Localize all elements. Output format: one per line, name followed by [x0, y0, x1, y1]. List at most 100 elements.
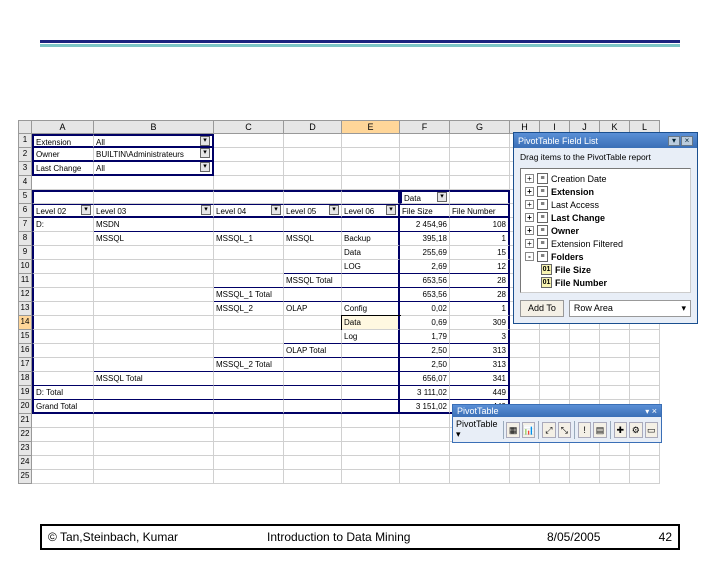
active-cell[interactable]: Data	[342, 316, 400, 330]
row-23[interactable]: 23	[18, 442, 32, 456]
row-14[interactable]: 14	[18, 316, 32, 330]
pivot-cell[interactable]: 12	[450, 260, 510, 274]
row-22[interactable]: 22	[18, 428, 32, 442]
pivot-cell[interactable]: MSSQL_1 Total	[214, 288, 284, 302]
field-item[interactable]: +≡Last Change	[523, 211, 688, 224]
field-item[interactable]: +≡Extension	[523, 185, 688, 198]
dropdown-icon[interactable]: ▾	[200, 136, 210, 146]
pivot-cell[interactable]: 656,07	[400, 372, 450, 386]
field-list-icon[interactable]: ▤	[593, 422, 606, 438]
col-G[interactable]: G	[450, 120, 510, 134]
level06-header[interactable]: Level 06▾	[342, 204, 400, 218]
collapse-icon[interactable]: -	[525, 252, 534, 261]
pivot-cell[interactable]: MSSQL	[94, 232, 214, 246]
col-B[interactable]: B	[94, 120, 214, 134]
pivot-cell[interactable]: MSSQL Total	[284, 274, 342, 288]
row-6[interactable]: 6	[18, 204, 32, 218]
row-15[interactable]: 15	[18, 330, 32, 344]
level02-header[interactable]: Level 02▾	[32, 204, 94, 218]
row-11[interactable]: 11	[18, 274, 32, 288]
data-header[interactable]: Data▾	[400, 190, 450, 204]
pivot-cell[interactable]: 2,69	[400, 260, 450, 274]
add-to-button[interactable]: Add To	[520, 300, 564, 317]
row-20[interactable]: 20	[18, 400, 32, 414]
pivot-cell[interactable]: 108	[450, 218, 510, 232]
pivot-cell[interactable]: 653,56	[400, 288, 450, 302]
pivot-cell[interactable]: MSSQL_2	[214, 302, 284, 316]
level03-header[interactable]: Level 03▾	[94, 204, 214, 218]
field-child[interactable]: 01File Size	[523, 263, 688, 276]
field-child[interactable]: 01File Number	[523, 276, 688, 289]
pivot-cell[interactable]: Config	[342, 302, 400, 316]
filter-value[interactable]: All▾	[94, 134, 214, 148]
row-4[interactable]: 4	[18, 176, 32, 190]
col-E[interactable]: E	[342, 120, 400, 134]
col-C[interactable]: C	[214, 120, 284, 134]
pivot-cell[interactable]: 0,69	[400, 316, 450, 330]
row-7[interactable]: 7	[18, 218, 32, 232]
expand-icon[interactable]: +	[525, 239, 534, 248]
pivot-cell[interactable]: 3	[450, 330, 510, 344]
pivot-cell[interactable]: 309	[450, 316, 510, 330]
level05-header[interactable]: Level 05▾	[284, 204, 342, 218]
dropdown-icon[interactable]: ▾	[200, 162, 210, 172]
pivot-cell[interactable]: 2,50	[400, 344, 450, 358]
row-16[interactable]: 16	[18, 344, 32, 358]
refresh-icon[interactable]: !	[578, 422, 591, 438]
pivot-toolbar[interactable]: PivotTable ▾ × PivotTable ▾ ▦ 📊 ⤢ ⤡ ! ▤ …	[452, 404, 662, 443]
field-item[interactable]: +≡Extension Filtered	[523, 237, 688, 250]
row-5[interactable]: 5	[18, 190, 32, 204]
pivot-cell[interactable]: 2 454,96	[400, 218, 450, 232]
close-icon[interactable]: ×	[681, 136, 693, 146]
format-report-icon[interactable]: ▦	[506, 422, 519, 438]
pivot-cell[interactable]: 313	[450, 358, 510, 372]
pivot-cell[interactable]: MSDN	[94, 218, 214, 232]
pivot-cell[interactable]: OLAP Total	[284, 344, 342, 358]
row-13[interactable]: 13	[18, 302, 32, 316]
hide-detail-icon[interactable]: ⤢	[542, 422, 555, 438]
pivot-cell[interactable]: Log	[342, 330, 400, 344]
dropdown-icon[interactable]: ▾	[200, 148, 210, 158]
pivot-field-list-panel[interactable]: PivotTable Field List ▾× Drag items to t…	[513, 132, 698, 324]
dropdown-icon[interactable]: ▾	[329, 205, 339, 215]
row-25[interactable]: 25	[18, 470, 32, 484]
include-icon[interactable]: ✚	[614, 422, 627, 438]
expand-icon[interactable]: +	[525, 187, 534, 196]
pivot-cell[interactable]: 0,02	[400, 302, 450, 316]
expand-icon[interactable]: +	[525, 174, 534, 183]
expand-icon[interactable]: +	[525, 213, 534, 222]
pivot-menu-button[interactable]: PivotTable ▾	[456, 419, 500, 440]
pivot-cell[interactable]: 3 151,02	[400, 400, 450, 414]
row-9[interactable]: 9	[18, 246, 32, 260]
field-settings-icon[interactable]: ⚙	[629, 422, 642, 438]
pivot-cell[interactable]: 2,50	[400, 358, 450, 372]
field-item[interactable]: -≡Folders	[523, 250, 688, 263]
field-tree[interactable]: +≡Creation Date +≡Extension +≡Last Acces…	[520, 168, 691, 293]
chevron-down-icon[interactable]: ▾	[645, 407, 649, 416]
pivot-cell[interactable]: 449	[450, 386, 510, 400]
chart-wizard-icon[interactable]: 📊	[522, 422, 535, 438]
dropdown-icon[interactable]: ▾	[201, 205, 211, 215]
row-19[interactable]: 19	[18, 386, 32, 400]
pivot-cell[interactable]: OLAP	[284, 302, 342, 316]
pivot-cell[interactable]: MSSQL	[284, 232, 342, 246]
field-item[interactable]: +≡Owner	[523, 224, 688, 237]
field-item[interactable]: +≡Creation Date	[523, 172, 688, 185]
row-3[interactable]: 3	[18, 162, 32, 176]
dropdown-icon[interactable]: ▾	[81, 205, 91, 215]
pivot-cell[interactable]: MSSQL_2 Total	[214, 358, 284, 372]
pivot-cell[interactable]: 1	[450, 302, 510, 316]
pivot-cell[interactable]: 15	[450, 246, 510, 260]
select-all-cell[interactable]	[18, 120, 32, 134]
row-21[interactable]: 21	[18, 414, 32, 428]
row-1[interactable]: 1	[18, 134, 32, 148]
expand-icon[interactable]: +	[525, 226, 534, 235]
filter-value[interactable]: BUILTIN\Administrateurs▾	[94, 148, 214, 162]
row-10[interactable]: 10	[18, 260, 32, 274]
panel-title-bar[interactable]: PivotTable Field List ▾×	[514, 133, 697, 148]
show-detail-icon[interactable]: ⤡	[558, 422, 571, 438]
dropdown-icon[interactable]: ▾	[437, 192, 447, 202]
dropdown-icon[interactable]: ▾	[386, 205, 396, 215]
pivot-cell[interactable]: 28	[450, 274, 510, 288]
area-select[interactable]: Row Area▾	[569, 300, 691, 317]
